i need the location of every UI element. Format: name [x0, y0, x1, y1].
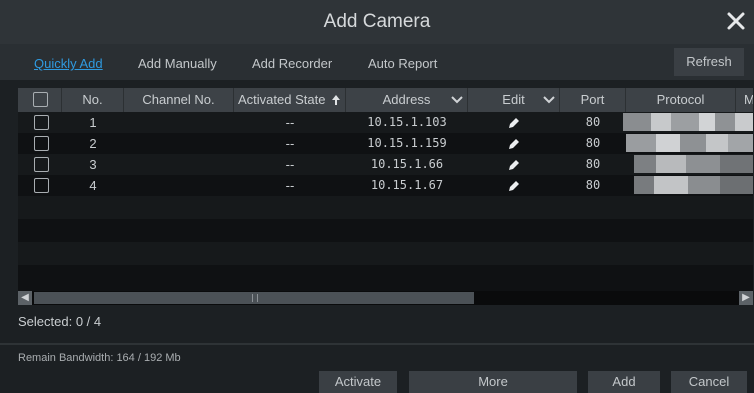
- column-activated-state[interactable]: Activated State: [234, 88, 346, 112]
- arrow-up-icon: [332, 95, 340, 105]
- row-checkbox[interactable]: [34, 136, 49, 151]
- close-icon[interactable]: [724, 9, 748, 33]
- column-activated-state-label: Activated State: [238, 92, 326, 107]
- table-row[interactable]: 2 -- 10.15.1.159 80: [18, 133, 753, 154]
- chevron-down-icon[interactable]: [451, 96, 463, 104]
- horizontal-scrollbar[interactable]: ◀ ▶: [18, 291, 753, 305]
- column-port[interactable]: Port: [560, 88, 626, 112]
- cell-no: 1: [89, 115, 97, 130]
- divider: [0, 343, 754, 345]
- more-button[interactable]: More: [409, 371, 577, 393]
- empty-row: [18, 242, 753, 265]
- tab-bar: Quickly Add Add Manually Add Recorder Au…: [0, 44, 754, 80]
- column-no[interactable]: No.: [62, 88, 124, 112]
- add-button[interactable]: Add: [588, 371, 660, 393]
- header-select-all[interactable]: [18, 88, 62, 112]
- cell-channel: [124, 175, 234, 196]
- dialog-title: Add Camera: [323, 11, 431, 32]
- row-checkbox[interactable]: [34, 115, 49, 130]
- cell-no: 2: [89, 136, 97, 151]
- column-model[interactable]: Mo: [736, 88, 753, 112]
- scrollbar-grip-icon: [252, 294, 258, 302]
- cell-no: 3: [89, 157, 97, 172]
- cancel-button[interactable]: Cancel: [671, 371, 747, 393]
- tab-auto-report[interactable]: Auto Report: [368, 56, 437, 71]
- pencil-icon[interactable]: [507, 179, 521, 193]
- tab-quickly-add[interactable]: Quickly Add: [34, 56, 103, 71]
- cell-address: 10.15.1.66: [370, 157, 444, 171]
- selected-count: Selected: 0 / 4: [18, 314, 102, 329]
- cell-address: 10.15.1.159: [367, 136, 447, 150]
- empty-row: [18, 219, 753, 242]
- pencil-icon[interactable]: [507, 116, 521, 130]
- cell-port: 80: [585, 115, 601, 129]
- cell-no: 4: [89, 178, 97, 193]
- title-bar: Add Camera: [0, 0, 754, 44]
- cell-port: 80: [585, 157, 601, 171]
- table-row[interactable]: 1 -- 10.15.1.103 80: [18, 112, 753, 133]
- table-header: No. Channel No. Activated State Address …: [18, 88, 753, 112]
- empty-row: [18, 196, 753, 219]
- column-address[interactable]: Address: [346, 88, 468, 112]
- scroll-right-icon[interactable]: ▶: [739, 291, 753, 305]
- cell-state: --: [285, 115, 295, 130]
- cell-port: 80: [585, 136, 601, 150]
- column-edit[interactable]: Edit: [468, 88, 560, 112]
- column-protocol[interactable]: Protocol: [626, 88, 736, 112]
- column-channel-no[interactable]: Channel No.: [124, 88, 234, 112]
- tab-add-recorder[interactable]: Add Recorder: [252, 56, 332, 71]
- column-address-label: Address: [382, 92, 431, 107]
- activate-button[interactable]: Activate: [319, 371, 397, 393]
- refresh-button[interactable]: Refresh: [674, 48, 744, 76]
- pencil-icon[interactable]: [507, 158, 521, 172]
- cell-channel: [124, 154, 234, 175]
- remain-bandwidth: Remain Bandwidth: 164 / 192 Mb: [18, 352, 181, 364]
- select-all-checkbox[interactable]: [33, 92, 48, 107]
- cell-port: 80: [585, 178, 601, 192]
- camera-table: No. Channel No. Activated State Address …: [18, 88, 753, 305]
- column-edit-label: Edit: [502, 92, 525, 107]
- cell-channel: [124, 112, 234, 133]
- cell-address: 10.15.1.67: [370, 178, 444, 192]
- cell-state: --: [285, 136, 295, 151]
- tab-add-manually[interactable]: Add Manually: [138, 56, 217, 71]
- cell-address: 10.15.1.103: [367, 115, 447, 129]
- scroll-left-icon[interactable]: ◀: [18, 291, 32, 305]
- empty-row: [18, 265, 753, 291]
- row-checkbox[interactable]: [34, 157, 49, 172]
- cell-state: --: [285, 178, 295, 193]
- scrollbar-thumb[interactable]: [34, 292, 474, 304]
- cell-channel: [124, 133, 234, 154]
- row-checkbox[interactable]: [34, 178, 49, 193]
- cell-state: --: [285, 157, 295, 172]
- table-row[interactable]: 3 -- 10.15.1.66 80: [18, 154, 753, 175]
- pencil-icon[interactable]: [507, 137, 521, 151]
- table-row[interactable]: 4 -- 10.15.1.67 80: [18, 175, 753, 196]
- chevron-down-icon[interactable]: [543, 96, 555, 104]
